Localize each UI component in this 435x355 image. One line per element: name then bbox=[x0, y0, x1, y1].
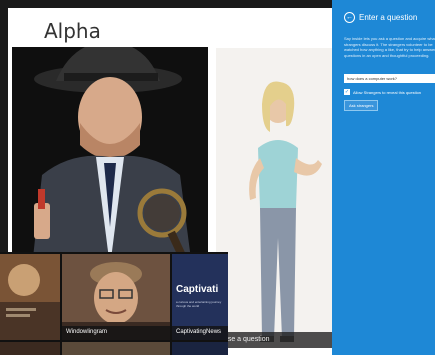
panel-header: ← Enter a question bbox=[344, 12, 417, 23]
thumbnail-row2-tile-1[interactable] bbox=[0, 342, 60, 355]
thumbnail-row2-tile-3[interactable] bbox=[172, 342, 228, 355]
question-input[interactable] bbox=[344, 74, 435, 83]
question-panel: ← Enter a question Say inside lets you a… bbox=[332, 0, 435, 355]
panel-title: Enter a question bbox=[359, 13, 418, 22]
thumbnail-tile-1[interactable] bbox=[0, 254, 60, 340]
bottom-thumbnail-overlay: Windowlingram Captivati a curious and en… bbox=[0, 252, 228, 355]
app-title: Alpha bbox=[44, 19, 101, 43]
captivating-subtitle: a curious and entertaining journey throu… bbox=[176, 300, 222, 308]
ask-strangers-button[interactable]: Ask strangers bbox=[344, 100, 379, 111]
reveal-checkbox-label: Allow Strangers to reveal this question bbox=[353, 89, 422, 95]
thumbnail-tile-2[interactable]: Windowlingram bbox=[62, 254, 170, 340]
thumbnail-tile-3[interactable]: Captivati a curious and entertaining jou… bbox=[172, 254, 228, 340]
person-illustration bbox=[216, 48, 340, 348]
reveal-checkbox[interactable]: ✓ bbox=[344, 89, 350, 95]
detective-image-tile[interactable] bbox=[12, 47, 208, 267]
panel-description: Say inside lets you ask a question and a… bbox=[344, 36, 435, 58]
back-arrow-icon[interactable]: ← bbox=[344, 12, 355, 23]
thumbnail-3-caption: CaptivatingNews bbox=[172, 326, 228, 340]
person-image-tile[interactable]: ...se a question bbox=[216, 48, 340, 348]
person-tile-caption: ...se a question bbox=[216, 332, 340, 348]
thumbnail-row2-tile-2[interactable] bbox=[62, 342, 170, 355]
thumbnail-1-illustration bbox=[0, 254, 60, 340]
reveal-checkbox-row[interactable]: ✓ Allow Strangers to reveal this questio… bbox=[344, 89, 421, 95]
thumbnail-2-caption: Windowlingram bbox=[62, 326, 170, 340]
captivating-title: Captivati bbox=[176, 284, 219, 295]
detective-illustration bbox=[12, 47, 208, 267]
